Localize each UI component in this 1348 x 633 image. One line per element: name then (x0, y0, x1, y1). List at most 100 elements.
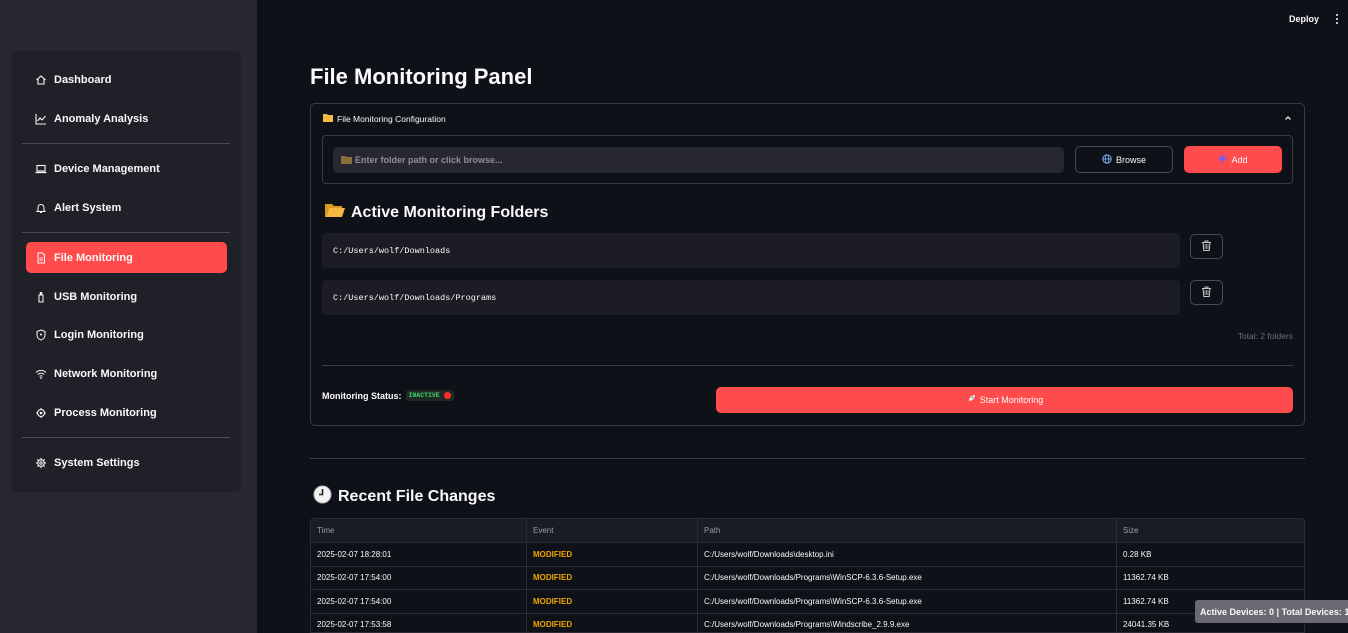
chart-line-icon (34, 112, 48, 126)
sidebar-item-label: Process Monitoring (54, 406, 157, 419)
status-dot-icon (443, 392, 451, 399)
cell-time: 2025-02-07 17:54:00 (311, 590, 527, 613)
chevron-up-icon[interactable] (1284, 114, 1292, 122)
sidebar-item-usb-monitoring[interactable]: USB Monitoring (26, 281, 227, 312)
sidebar-item-label: Anomaly Analysis (54, 112, 149, 125)
cell-path: C:/Users/wolf/Downloads/Programs\WinSCP-… (698, 566, 1117, 589)
clock-icon (313, 485, 332, 509)
cell-size: 11362.74 KB (1123, 573, 1169, 583)
sidebar-item-label: Alert System (54, 201, 122, 214)
table-row[interactable]: 2025-02-07 17:54:00 MODIFIED C:/Users/wo… (311, 590, 1304, 614)
plus-icon (1218, 154, 1227, 165)
shield-icon (34, 328, 48, 342)
cell-path: C:/Users/wolf/Downloads\desktop.ini (698, 543, 1117, 566)
divider (310, 458, 1305, 459)
recent-changes-title-text: Recent File Changes (338, 488, 496, 505)
nav-divider (22, 437, 230, 438)
status-badge: INACTIVE (405, 390, 454, 401)
sidebar-nav: Dashboard Anomaly Analysis Device Manage… (12, 51, 241, 492)
sidebar-item-file-monitoring[interactable]: File Monitoring (26, 242, 227, 273)
sidebar-item-device-management[interactable]: Device Management (26, 153, 227, 184)
cell-event: MODIFIED (527, 590, 698, 613)
sidebar-item-dashboard[interactable]: Dashboard (26, 64, 227, 95)
cell-size: 0.28 KB (1123, 549, 1152, 559)
nav-divider (22, 232, 230, 233)
table-row[interactable]: 2025-02-07 18:28:01 MODIFIED C:/Users/wo… (311, 543, 1304, 567)
monitoring-status-label: Monitoring Status: (322, 390, 402, 401)
sidebar-item-alert-system[interactable]: Alert System (26, 192, 227, 223)
divider (322, 365, 1293, 366)
page-title: File Monitoring Panel (310, 64, 533, 89)
cell-event: MODIFIED (527, 613, 698, 632)
table-header-row: Time Event Path Size (311, 519, 1304, 543)
monitoring-status: Monitoring Status: INACTIVE (322, 390, 454, 401)
config-expander: File Monitoring Configuration Browse Add… (310, 103, 1305, 426)
browse-button-label: Browse (1115, 154, 1146, 165)
cell-path: C:/Users/wolf/Downloads/Programs\WinSCP-… (698, 590, 1117, 613)
sidebar-item-network-monitoring[interactable]: Network Monitoring (26, 358, 227, 389)
sidebar-item-label: Device Management (54, 162, 160, 175)
active-folders-title: Active Monitoring Folders (325, 202, 548, 223)
cell-time: 2025-02-07 17:54:00 (311, 566, 527, 589)
gear-icon (34, 456, 48, 470)
folder-row: C:/Users/wolf/Downloads/Programs (322, 280, 1180, 315)
cell-time: 2025-02-07 18:28:01 (311, 543, 527, 566)
device-status-toast: Active Devices: 0 | Total Devices: 1 (1195, 600, 1348, 623)
sidebar: Dashboard Anomaly Analysis Device Manage… (0, 0, 257, 633)
file-icon (34, 251, 48, 265)
add-button[interactable]: Add (1184, 146, 1282, 173)
delete-folder-button[interactable] (1190, 234, 1223, 259)
folder-icon (323, 113, 333, 124)
column-header-event[interactable]: Event (527, 519, 698, 542)
laptop-icon (34, 162, 48, 176)
folder-input-card: Browse Add (322, 135, 1293, 184)
status-badge-text: INACTIVE (408, 392, 440, 399)
folder-path-input[interactable] (333, 147, 1064, 173)
sidebar-item-label: Network Monitoring (54, 367, 158, 380)
sidebar-item-label: Dashboard (54, 73, 112, 86)
trash-icon (1201, 238, 1212, 256)
folder-row: C:/Users/wolf/Downloads (322, 233, 1180, 268)
cell-event: MODIFIED (527, 566, 698, 589)
add-button-label: Add (1231, 154, 1248, 165)
column-header-path[interactable]: Path (698, 519, 1117, 542)
rocket-icon (966, 394, 976, 406)
expander-header-label: File Monitoring Configuration (337, 113, 446, 124)
recent-changes-title: Recent File Changes (313, 485, 495, 509)
sidebar-item-label: Login Monitoring (54, 328, 144, 341)
open-folder-icon (325, 202, 345, 223)
sidebar-item-login-monitoring[interactable]: Login Monitoring (26, 319, 227, 350)
column-header-time[interactable]: Time (311, 519, 527, 542)
globe-icon (1102, 153, 1112, 166)
home-icon (34, 73, 48, 87)
file-changes-table: Time Event Path Size 2025-02-07 18:28:01… (310, 518, 1305, 633)
sidebar-item-label: File Monitoring (54, 251, 133, 264)
trash-icon (1201, 284, 1212, 302)
sidebar-item-label: System Settings (54, 456, 140, 469)
start-monitoring-label: Start Monitoring (979, 395, 1044, 405)
cell-path: C:/Users/wolf/Downloads/Programs\Windscr… (698, 613, 1117, 632)
usb-icon (34, 290, 48, 304)
bell-icon (34, 201, 48, 215)
cell-time: 2025-02-07 17:53:58 (311, 613, 527, 632)
sidebar-item-system-settings[interactable]: System Settings (26, 447, 227, 478)
main-menu-icon[interactable] (1333, 12, 1341, 26)
cell-event: MODIFIED (527, 543, 698, 566)
wifi-icon (34, 367, 48, 381)
total-folders-text: Total: 2 folders (1237, 331, 1293, 341)
start-monitoring-button[interactable]: Start Monitoring (716, 387, 1293, 413)
sidebar-item-process-monitoring[interactable]: Process Monitoring (26, 397, 227, 428)
cpu-icon (34, 406, 48, 420)
folder-icon (341, 156, 352, 164)
nav-divider (22, 143, 230, 144)
table-row[interactable]: 2025-02-07 17:53:58 MODIFIED C:/Users/wo… (311, 613, 1304, 632)
table-row[interactable]: 2025-02-07 17:54:00 MODIFIED C:/Users/wo… (311, 566, 1304, 590)
sidebar-item-anomaly-analysis[interactable]: Anomaly Analysis (26, 103, 227, 134)
deploy-button[interactable]: Deploy (1289, 14, 1319, 24)
expander-header[interactable]: File Monitoring Configuration (323, 113, 446, 124)
browse-button[interactable]: Browse (1075, 146, 1173, 173)
delete-folder-button[interactable] (1190, 280, 1223, 305)
active-folders-title-text: Active Monitoring Folders (351, 203, 549, 221)
sidebar-item-label: USB Monitoring (54, 290, 138, 303)
column-header-size[interactable]: Size (1117, 519, 1304, 542)
